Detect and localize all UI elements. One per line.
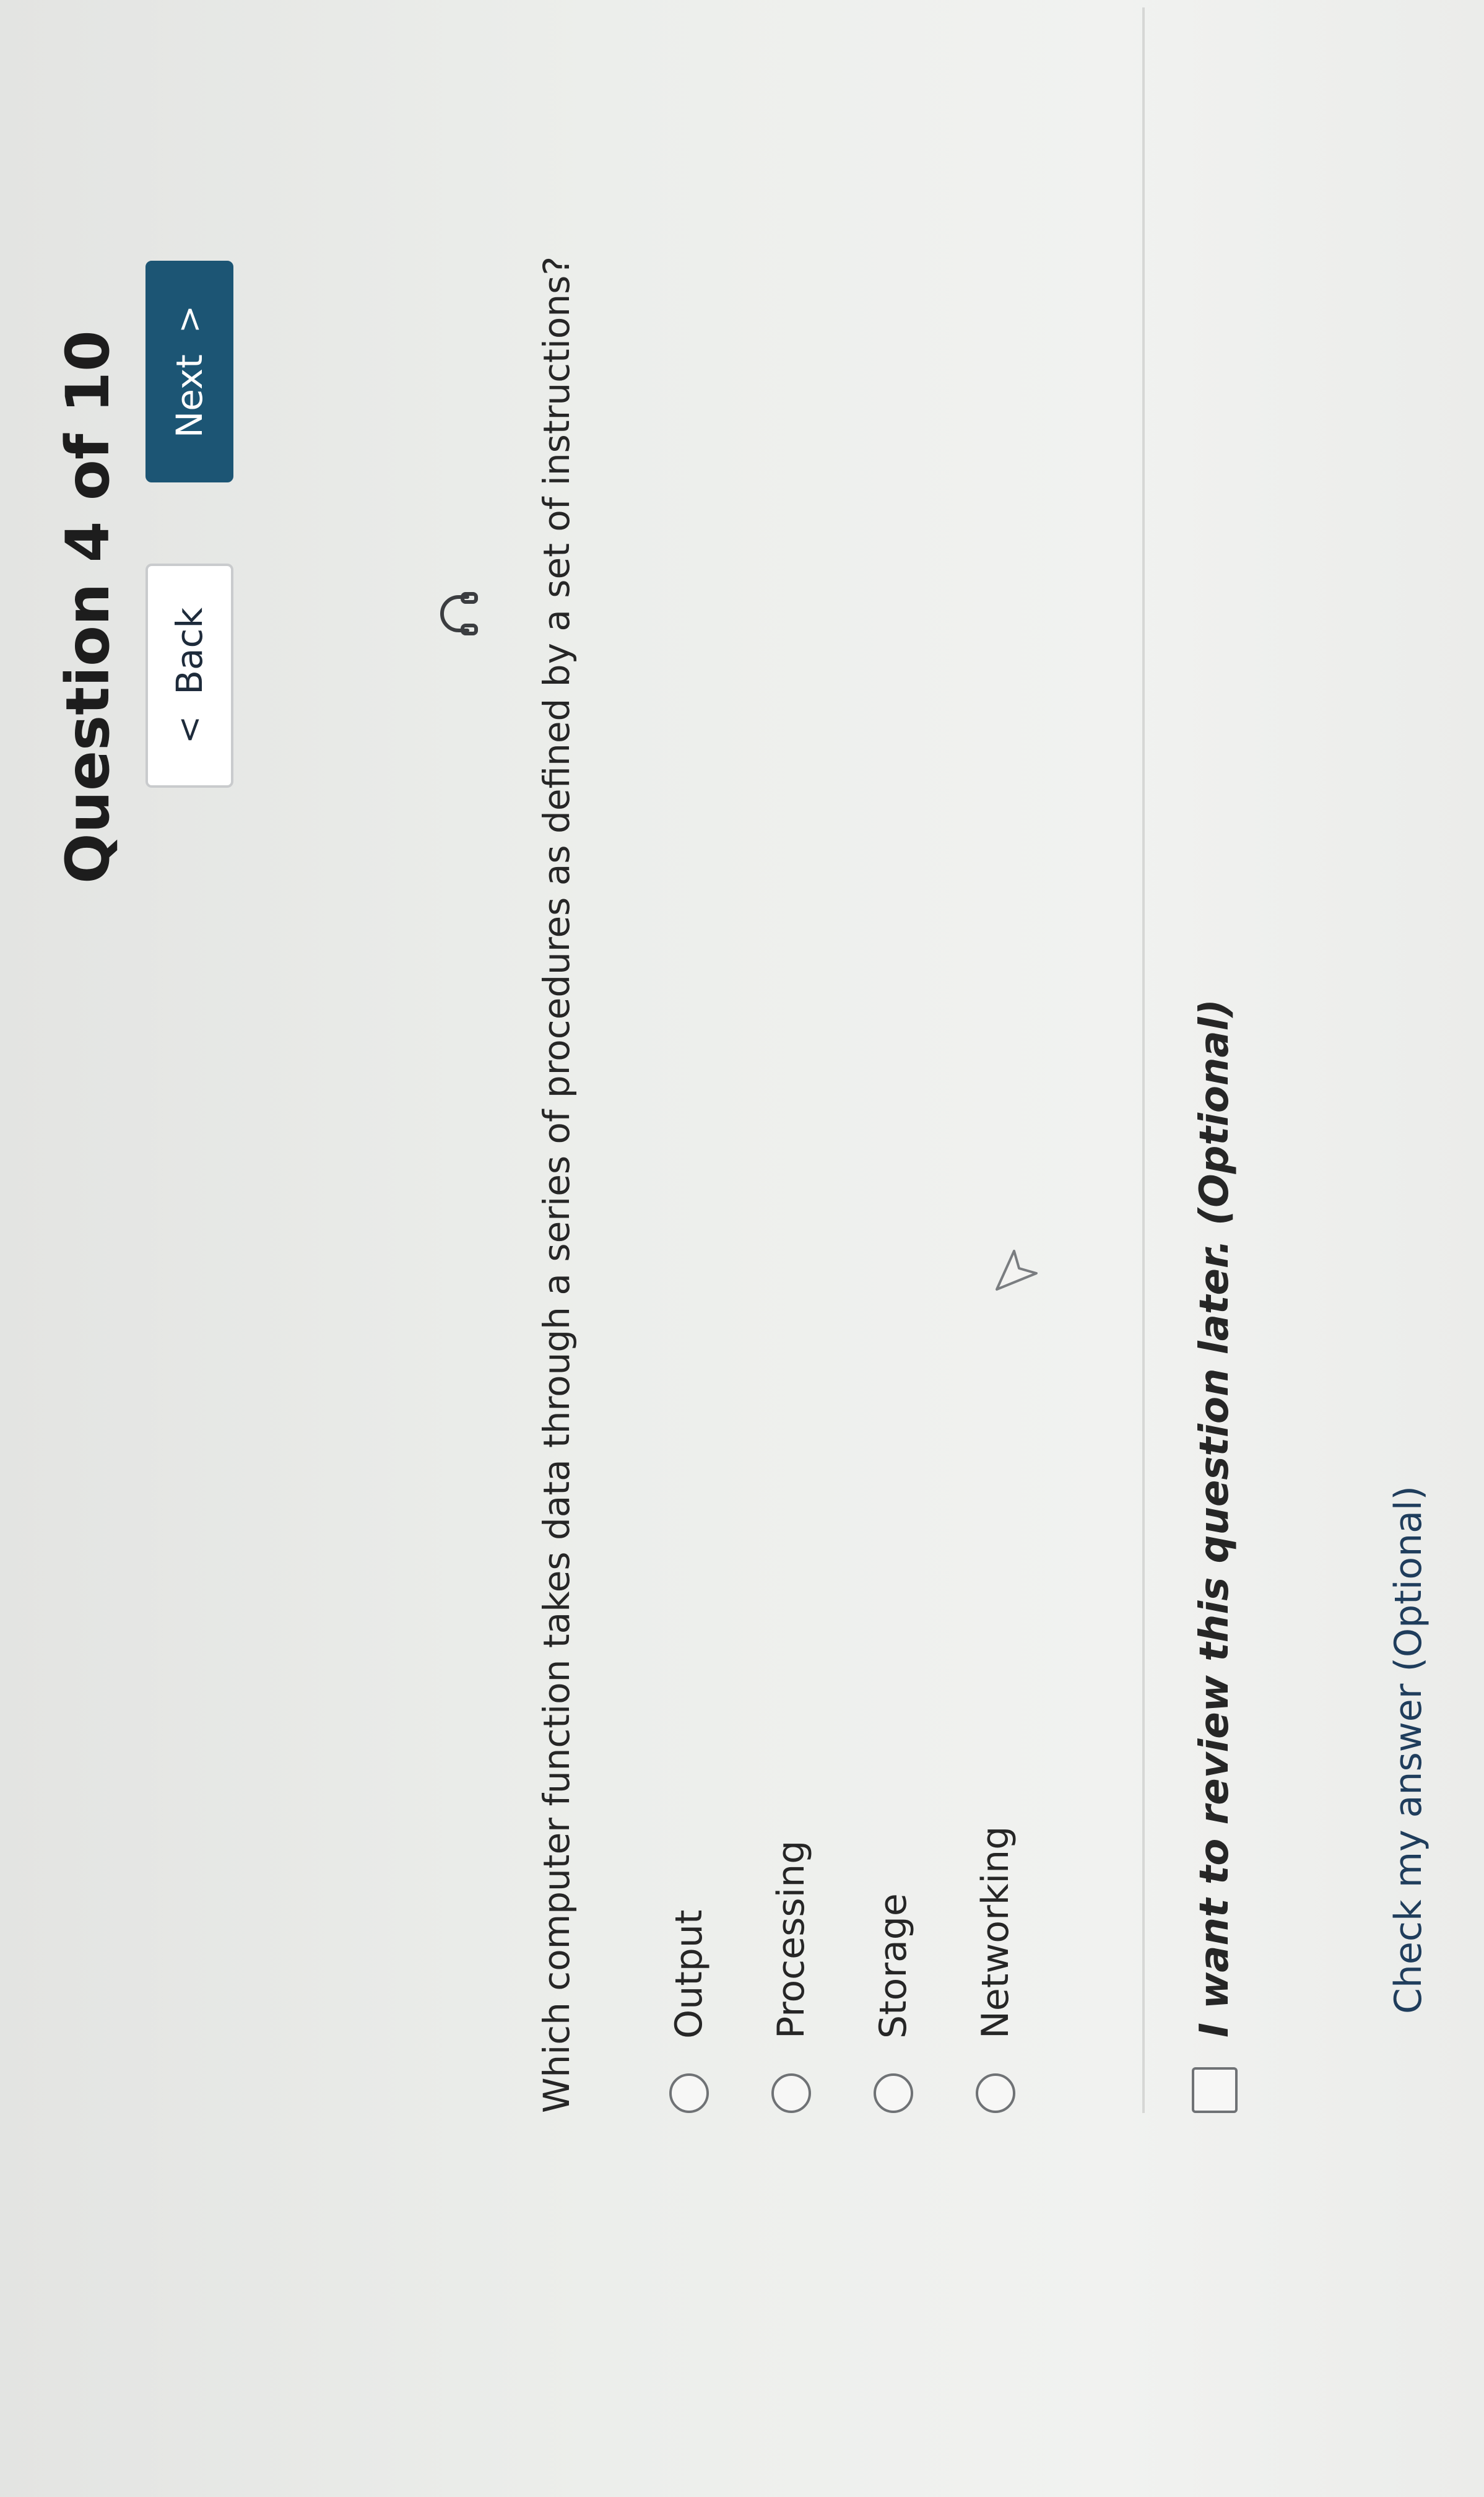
review-later-checkbox[interactable] bbox=[1192, 2067, 1238, 2113]
check-answer-link[interactable]: Check my answer (Optional) bbox=[1387, 1486, 1430, 2014]
next-button-label: Next bbox=[168, 354, 210, 438]
question-counter-title: Question 4 of 10 bbox=[53, 330, 123, 884]
radio-button[interactable] bbox=[669, 2073, 709, 2113]
back-button-label: Back bbox=[168, 607, 210, 695]
review-later-option[interactable]: I want to review this question later. (O… bbox=[1192, 999, 1238, 2113]
answer-option-storage[interactable]: Storage bbox=[842, 1826, 944, 2113]
answer-option-output[interactable]: Output bbox=[638, 1826, 740, 2113]
section-divider bbox=[1142, 7, 1145, 2113]
chevron-right-icon: > bbox=[170, 305, 209, 334]
answer-option-processing[interactable]: Processing bbox=[740, 1826, 842, 2113]
option-label: Networking bbox=[973, 1826, 1017, 2039]
quiz-panel: Question 4 of 10 < Back Next > Which com… bbox=[0, 0, 1484, 2497]
radio-button[interactable] bbox=[975, 2073, 1015, 2113]
mouse-pointer-icon bbox=[996, 1250, 1038, 1291]
option-label: Storage bbox=[871, 1893, 915, 2039]
answer-options: Output Processing Storage Networking bbox=[638, 1826, 1046, 2113]
headphones-icon[interactable] bbox=[430, 586, 486, 642]
option-label: Output bbox=[667, 1909, 711, 2039]
radio-button[interactable] bbox=[771, 2073, 811, 2113]
answer-option-networking[interactable]: Networking bbox=[944, 1826, 1046, 2113]
option-label: Processing bbox=[769, 1840, 813, 2039]
question-text: Which computer function takes data throu… bbox=[536, 256, 578, 2113]
chevron-left-icon: < bbox=[170, 715, 209, 744]
back-button[interactable]: < Back bbox=[145, 564, 233, 788]
next-button[interactable]: Next > bbox=[145, 261, 233, 482]
radio-button[interactable] bbox=[873, 2073, 913, 2113]
review-later-label: I want to review this question later. (O… bbox=[1192, 999, 1238, 2037]
